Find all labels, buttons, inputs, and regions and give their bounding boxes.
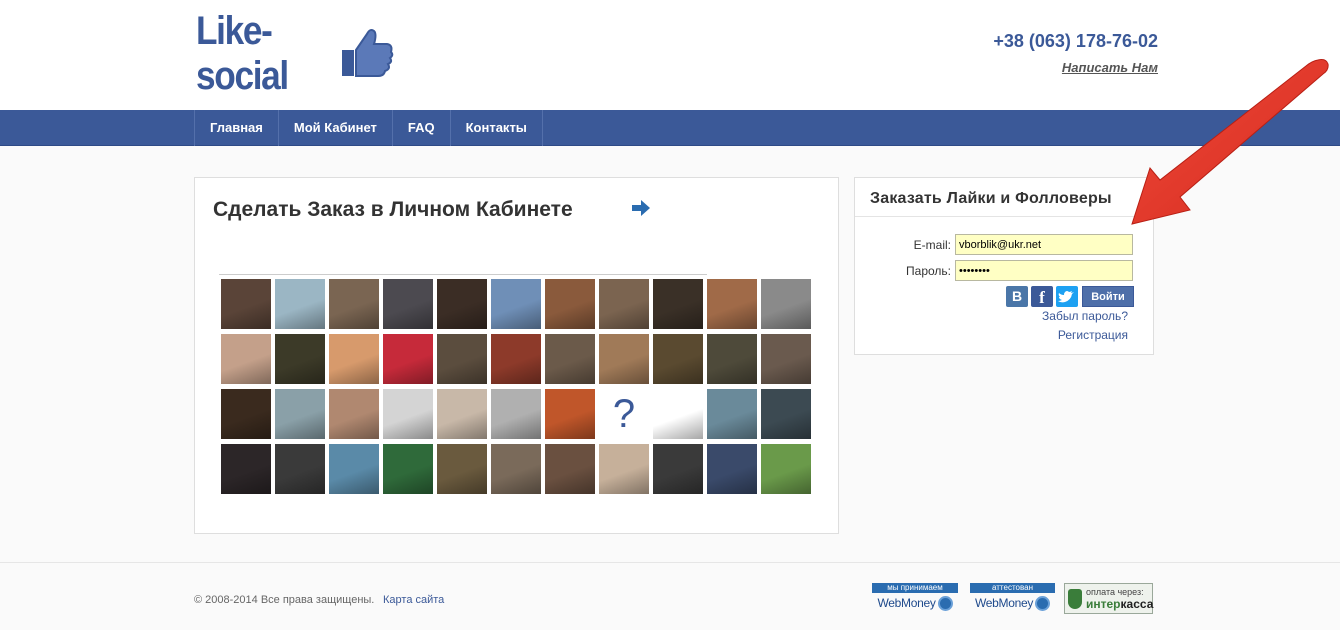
user-photo[interactable]	[545, 334, 595, 384]
user-photo[interactable]	[545, 279, 595, 329]
user-photo[interactable]	[383, 444, 433, 494]
user-photo[interactable]	[437, 444, 487, 494]
user-photo[interactable]	[221, 279, 271, 329]
user-photo[interactable]	[653, 279, 703, 329]
arrow-right-icon[interactable]	[631, 199, 651, 217]
interkassa-name-part1: интер	[1086, 597, 1121, 611]
nav-item-cabinet[interactable]: Мой Кабинет	[279, 110, 393, 146]
interkassa-shield-icon	[1068, 589, 1082, 609]
phone-number: +38 (063) 178-76-02	[993, 31, 1158, 51]
login-button[interactable]: Войти	[1082, 286, 1134, 307]
user-photo[interactable]	[437, 389, 487, 439]
user-photo[interactable]	[275, 389, 325, 439]
interkassa-caption: оплата через:	[1086, 587, 1144, 597]
webmoney-accept-heading: мы принимаем	[872, 583, 958, 593]
sitemap-link[interactable]: Карта сайта	[383, 594, 444, 606]
user-photo[interactable]	[491, 444, 541, 494]
webmoney-globe-icon	[1035, 595, 1051, 611]
user-photo[interactable]	[221, 334, 271, 384]
user-photo[interactable]	[437, 279, 487, 329]
user-photo[interactable]	[383, 279, 433, 329]
user-photo[interactable]	[707, 389, 757, 439]
login-title: Заказать Лайки и Фолловеры	[870, 190, 1112, 207]
email-label: E-mail:	[913, 238, 951, 252]
thumbs-up-icon	[342, 29, 394, 77]
twitter-bird-icon	[1058, 291, 1074, 303]
user-photo[interactable]	[383, 334, 433, 384]
webmoney-accept-badge[interactable]: мы принимаем WebMoney	[872, 583, 958, 613]
logo-text: Like-social	[196, 9, 289, 98]
webmoney-attest-heading: аттестован	[970, 583, 1055, 593]
user-photo[interactable]	[329, 389, 379, 439]
footer-divider	[0, 562, 1340, 563]
user-photo[interactable]	[437, 334, 487, 384]
user-photo[interactable]	[653, 334, 703, 384]
logo[interactable]: Like-social	[196, 9, 346, 98]
copyright: © 2008-2014 Все права защищены.	[194, 594, 375, 606]
register-link[interactable]: Регистрация	[1058, 328, 1128, 342]
user-photo[interactable]	[653, 444, 703, 494]
webmoney-globe-icon	[937, 595, 953, 611]
user-photo[interactable]	[329, 334, 379, 384]
user-photo[interactable]	[761, 279, 811, 329]
webmoney-accept-text: WebMoney	[877, 596, 936, 610]
user-photo[interactable]	[329, 444, 379, 494]
user-photo[interactable]	[383, 389, 433, 439]
interkassa-name-part2: касса	[1120, 597, 1154, 611]
user-photo[interactable]	[491, 334, 541, 384]
order-panel: Сделать Заказ в Личном Кабинете ?	[194, 177, 839, 534]
user-photo[interactable]	[653, 389, 703, 439]
email-field[interactable]	[955, 234, 1133, 255]
divider	[219, 274, 707, 275]
user-photo[interactable]	[491, 279, 541, 329]
divider	[855, 216, 1153, 217]
user-photo[interactable]	[707, 279, 757, 329]
user-photo-grid: ?	[221, 279, 811, 494]
password-label: Пароль:	[906, 264, 951, 278]
user-photo[interactable]	[761, 334, 811, 384]
user-photo[interactable]	[221, 444, 271, 494]
user-photo[interactable]	[707, 444, 757, 494]
nav-item-contacts[interactable]: Контакты	[451, 110, 543, 146]
annotation-arrow	[1131, 59, 1329, 225]
user-photo[interactable]	[761, 444, 811, 494]
user-photo[interactable]	[275, 334, 325, 384]
user-photo[interactable]	[221, 389, 271, 439]
user-photo[interactable]	[599, 279, 649, 329]
user-photo[interactable]	[707, 334, 757, 384]
interkassa-name: интеркасса	[1086, 597, 1153, 611]
page-title: Сделать Заказ в Личном Кабинете	[213, 198, 573, 221]
user-photo[interactable]	[275, 279, 325, 329]
nav-item-faq[interactable]: FAQ	[393, 110, 451, 146]
user-photo[interactable]	[275, 444, 325, 494]
user-photo[interactable]	[545, 389, 595, 439]
webmoney-attest-text: WebMoney	[974, 596, 1034, 610]
user-photo[interactable]	[491, 389, 541, 439]
user-photo[interactable]	[545, 444, 595, 494]
user-photo[interactable]: ?	[599, 389, 649, 439]
twitter-login-button[interactable]	[1056, 286, 1078, 307]
vk-login-button[interactable]: В	[1006, 286, 1028, 307]
facebook-login-button[interactable]: f	[1031, 286, 1053, 307]
user-photo[interactable]	[599, 444, 649, 494]
nav-item-home[interactable]: Главная	[194, 110, 279, 146]
user-photo[interactable]	[761, 389, 811, 439]
login-panel: Заказать Лайки и Фолловеры E-mail: Парол…	[854, 177, 1154, 355]
user-photo[interactable]	[329, 279, 379, 329]
webmoney-attest-badge[interactable]: аттестован WebMoney	[970, 583, 1055, 613]
forgot-password-link[interactable]: Забыл пароль?	[1042, 309, 1128, 323]
password-field[interactable]	[955, 260, 1133, 281]
interkassa-badge[interactable]: оплата через: интеркасса	[1064, 583, 1153, 614]
user-photo[interactable]	[599, 334, 649, 384]
